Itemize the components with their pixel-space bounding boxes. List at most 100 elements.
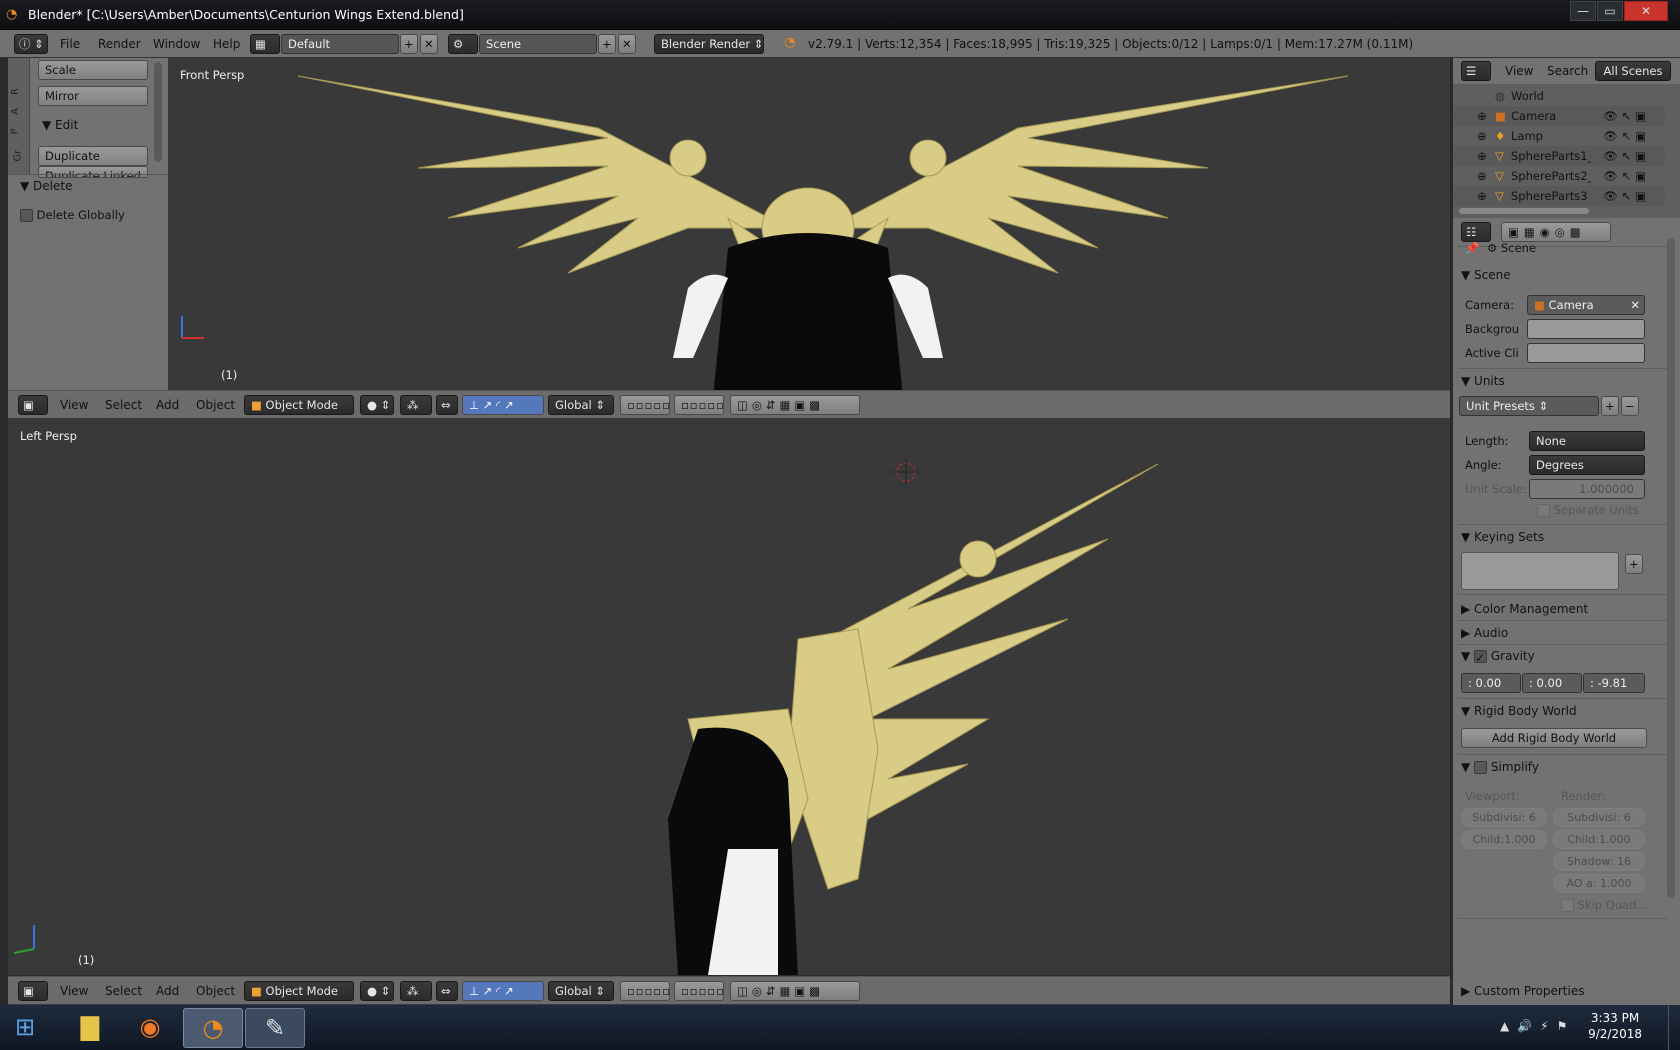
- mirror-button[interactable]: Mirror: [38, 86, 148, 106]
- maximize-button[interactable]: ▭: [1597, 1, 1623, 21]
- render-ao-field[interactable]: AO a: 1.000: [1553, 874, 1645, 893]
- render-engine-select[interactable]: Blender Render ⇕: [654, 34, 764, 54]
- view-tools[interactable]: ◫◎⇵▦▣▩: [730, 981, 860, 1001]
- view-tools[interactable]: ◫◎⇵▦▣▩: [730, 395, 860, 415]
- operator-panel-header[interactable]: ▼ Delete: [20, 179, 72, 193]
- gravity-x-field[interactable]: : 0.00: [1461, 673, 1521, 693]
- gravity-checkbox[interactable]: ✓: [1474, 650, 1488, 665]
- scene-icon[interactable]: ⚙: [448, 34, 478, 54]
- outliner-item-camera[interactable]: ⊕ ■ Camera 👁↖▣: [1453, 106, 1665, 126]
- add-keying-set-icon[interactable]: +: [1625, 554, 1643, 574]
- menu-object[interactable]: Object: [196, 398, 235, 412]
- outliner-item-sphereparts1[interactable]: ⊕ ▽ SphereParts1_Cu 👁↖▣: [1453, 146, 1665, 166]
- menu-file[interactable]: File: [60, 37, 80, 51]
- custom-properties-panel-header[interactable]: ▶ Custom Properties: [1461, 984, 1661, 998]
- screen-layout-icon[interactable]: ▦: [250, 34, 280, 54]
- menu-render[interactable]: Render: [98, 37, 141, 51]
- angle-select[interactable]: Degrees: [1529, 455, 1645, 475]
- layer-buttons-2[interactable]: ▫▫▫▫▫: [674, 395, 724, 415]
- tab-grease-pencil[interactable]: Gr: [12, 150, 23, 162]
- gravity-y-field[interactable]: : 0.00: [1522, 673, 1582, 693]
- orientation-select[interactable]: Global ⇕: [548, 981, 614, 1001]
- menu-object[interactable]: Object: [196, 984, 235, 998]
- simplify-panel-header[interactable]: ▼ Simplify: [1461, 760, 1661, 774]
- outliner-item-lamp[interactable]: ⊕ ♦ Lamp 👁↖▣: [1453, 126, 1665, 146]
- system-tray-icons[interactable]: ▲🔊⚡⚑: [1500, 1019, 1575, 1033]
- menu-window[interactable]: Window: [153, 37, 200, 51]
- menu-add[interactable]: Add: [156, 984, 179, 998]
- render-child-field[interactable]: Child:1.000: [1553, 830, 1645, 849]
- menu-help[interactable]: Help: [213, 37, 240, 51]
- scene-field[interactable]: Scene: [479, 34, 597, 54]
- separate-units-checkbox[interactable]: Separate Units: [1537, 503, 1639, 517]
- screen-layout-field[interactable]: Default: [281, 34, 399, 54]
- mode-select[interactable]: ■ Object Mode: [244, 395, 354, 415]
- keying-sets-list[interactable]: [1461, 552, 1619, 590]
- blender-taskbar-icon[interactable]: ◔: [183, 1008, 243, 1048]
- gravity-z-field[interactable]: : -9.81: [1583, 673, 1645, 693]
- camera-field[interactable]: ■ Camera ✕: [1527, 295, 1645, 315]
- viewport-child-field[interactable]: Child:1.000: [1461, 830, 1547, 849]
- render-shadow-field[interactable]: Shadow: 16: [1553, 852, 1645, 871]
- manipulator-buttons[interactable]: ⊥ ↗ ◜ ↗: [462, 981, 544, 1001]
- pivot-select[interactable]: ⁂: [400, 981, 432, 1001]
- menu-select[interactable]: Select: [105, 984, 142, 998]
- outliner-item-sphereparts3[interactable]: ⊕ ▽ SphereParts3 👁↖▣: [1453, 186, 1665, 206]
- manipulator-buttons[interactable]: ⊥ ↗ ◜ ↗: [462, 395, 544, 415]
- visibility-icons[interactable]: 👁↖▣: [1603, 109, 1650, 123]
- show-desktop-button[interactable]: [1668, 1005, 1680, 1050]
- paint-taskbar-icon[interactable]: ✎: [245, 1008, 305, 1048]
- tab-animation[interactable]: A: [10, 108, 21, 115]
- remove-scene-icon[interactable]: ✕: [618, 34, 636, 54]
- render-subdivision-field[interactable]: Subdivisi: 6: [1553, 808, 1645, 827]
- pivot-select[interactable]: ⁂: [400, 395, 432, 415]
- clear-icon[interactable]: ✕: [1630, 296, 1640, 314]
- outliner-scrollbar[interactable]: [1459, 208, 1589, 214]
- tool-shelf-scrollbar[interactable]: [154, 62, 162, 162]
- snap-icon[interactable]: ⇔: [436, 395, 458, 415]
- scene-panel-header[interactable]: ▼ Scene: [1461, 268, 1661, 282]
- unit-scale-field[interactable]: 1.000000: [1529, 479, 1645, 499]
- layer-buttons-2[interactable]: ▫▫▫▫▫: [674, 981, 724, 1001]
- firefox-icon[interactable]: ◉: [120, 1008, 180, 1048]
- menu-view[interactable]: View: [60, 398, 88, 412]
- add-rigid-body-button[interactable]: Add Rigid Body World: [1461, 728, 1647, 748]
- orientation-select[interactable]: Global ⇕: [548, 395, 614, 415]
- editor-type-info-button[interactable]: ⓘ ⇕: [14, 34, 48, 54]
- outliner-menu-view[interactable]: View: [1505, 64, 1533, 78]
- menu-view[interactable]: View: [60, 984, 88, 998]
- duplicate-button[interactable]: Duplicate: [38, 146, 148, 166]
- add-scene-icon[interactable]: +: [598, 34, 616, 54]
- properties-scrollbar[interactable]: [1667, 238, 1675, 898]
- outliner-item-sphereparts2[interactable]: ⊕ ▽ SphereParts2_Cu 👁↖▣: [1453, 166, 1665, 186]
- viewport-front[interactable]: Front Persp (1): [168, 58, 1450, 390]
- snap-icon[interactable]: ⇔: [436, 981, 458, 1001]
- minimize-button[interactable]: —: [1570, 1, 1596, 21]
- properties-editor-type-button[interactable]: ☷: [1461, 222, 1491, 242]
- file-explorer-icon[interactable]: ▇: [60, 1008, 120, 1048]
- remove-layout-icon[interactable]: ✕: [420, 34, 438, 54]
- gravity-panel-header[interactable]: ▼ ✓ Gravity: [1461, 649, 1661, 665]
- outliner-menu-search[interactable]: Search: [1547, 64, 1588, 78]
- remove-preset-icon[interactable]: −: [1621, 396, 1639, 416]
- audio-panel-header[interactable]: ▶ Audio: [1461, 626, 1661, 640]
- skip-quad-checkbox[interactable]: Skip Quad...: [1561, 898, 1647, 912]
- outliner-item-world[interactable]: ◍ World: [1453, 86, 1665, 106]
- menu-select[interactable]: Select: [105, 398, 142, 412]
- units-panel-header[interactable]: ▼ Units: [1461, 374, 1661, 388]
- tab-physics[interactable]: P: [10, 128, 21, 134]
- clock[interactable]: 3:33 PM 9/2/2018: [1588, 1010, 1642, 1042]
- duplicate-linked-button[interactable]: Duplicate Linked: [38, 166, 148, 178]
- viewport-left[interactable]: Left Persp (1): [8, 419, 1450, 975]
- outliner-editor-type-button[interactable]: ☰: [1461, 61, 1491, 81]
- unit-presets-select[interactable]: Unit Presets ⇕: [1459, 396, 1599, 416]
- start-button-icon[interactable]: ⊞: [0, 1008, 50, 1048]
- close-button[interactable]: ✕: [1624, 1, 1668, 21]
- layer-buttons-1[interactable]: ▫▫▫▫▫: [620, 395, 670, 415]
- viewport-subdivision-field[interactable]: Subdivisi: 6: [1461, 808, 1547, 827]
- color-management-panel-header[interactable]: ▶ Color Management: [1461, 602, 1661, 616]
- background-field[interactable]: [1527, 319, 1645, 339]
- mode-select[interactable]: ■ Object Mode: [244, 981, 354, 1001]
- visibility-icons[interactable]: 👁↖▣: [1603, 149, 1650, 163]
- properties-context-tabs[interactable]: ▣▦◉◎▩: [1501, 222, 1611, 242]
